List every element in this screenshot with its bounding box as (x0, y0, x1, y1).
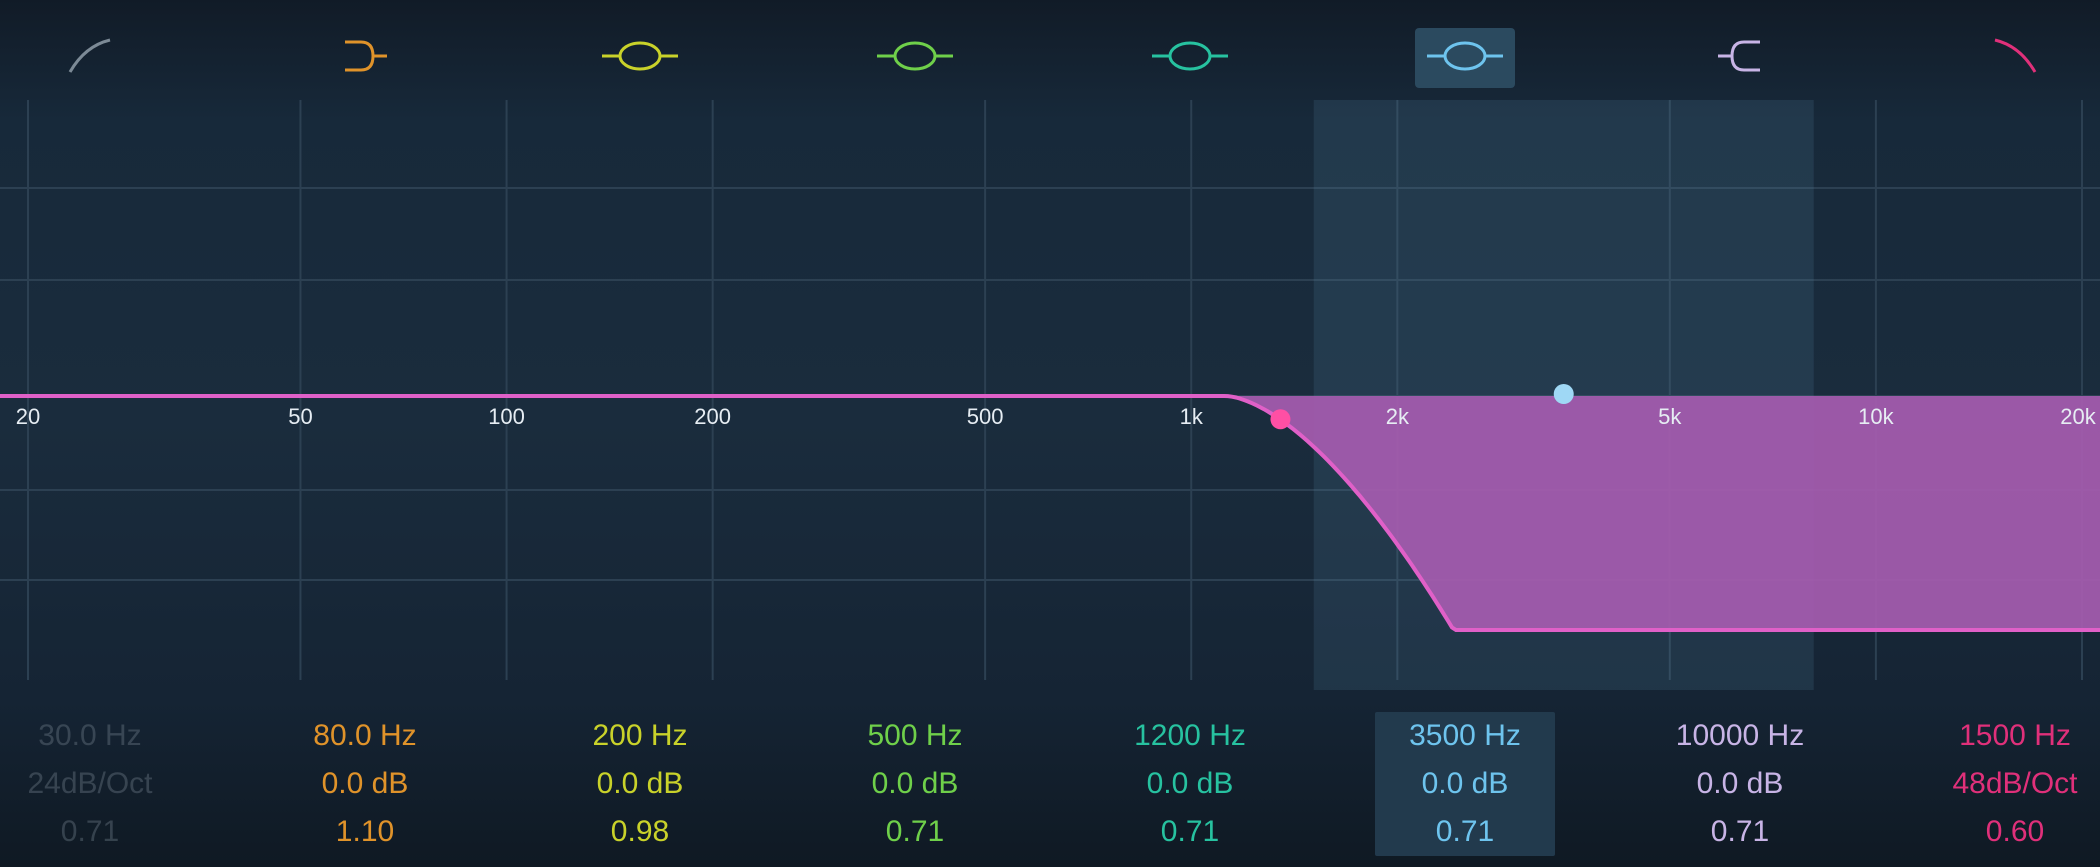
band-freq-value[interactable]: 1200 Hz (1100, 712, 1280, 760)
bell-icon (1415, 26, 1515, 91)
band-gain-value[interactable]: 24dB/Oct (0, 760, 180, 808)
band-q-value[interactable]: 0.71 (1100, 808, 1280, 856)
bell-icon (865, 26, 965, 91)
band-6-params[interactable]: 3500 Hz 0.0 dB 0.71 (1375, 712, 1555, 856)
band-3-type-button[interactable] (590, 28, 690, 88)
band-gain-value[interactable]: 0.0 dB (1375, 760, 1555, 808)
band-gain-value[interactable]: 0.0 dB (1100, 760, 1280, 808)
band-q-value[interactable]: 0.71 (1375, 808, 1555, 856)
band-q-value[interactable]: 0.98 (550, 808, 730, 856)
band-7-type-button[interactable] (1690, 28, 1790, 88)
freq-label: 100 (488, 404, 525, 429)
band-freq-value[interactable]: 3500 Hz (1375, 712, 1555, 760)
band-gain-value[interactable]: 0.0 dB (275, 760, 455, 808)
band-freq-value[interactable]: 30.0 Hz (0, 712, 180, 760)
band-3-params[interactable]: 200 Hz 0.0 dB 0.98 (550, 712, 730, 856)
freq-label: 20k (2060, 404, 2096, 429)
band-6-type-button[interactable] (1415, 28, 1515, 88)
band-7-params[interactable]: 10000 Hz 0.0 dB 0.71 (1650, 712, 1830, 856)
band-5-params[interactable]: 1200 Hz 0.0 dB 0.71 (1100, 712, 1280, 856)
bell-icon (590, 26, 690, 91)
band-freq-value[interactable]: 500 Hz (825, 712, 1005, 760)
band-4-params[interactable]: 500 Hz 0.0 dB 0.71 (825, 712, 1005, 856)
band-8-type-button[interactable] (1965, 28, 2065, 88)
freq-label: 2k (1385, 404, 1409, 429)
band-q-value[interactable]: 0.71 (825, 808, 1005, 856)
band-q-value[interactable]: 0.71 (1650, 808, 1830, 856)
band-gain-value[interactable]: 0.0 dB (550, 760, 730, 808)
highpass-filter-icon (40, 26, 140, 91)
freq-label: 5k (1658, 404, 1682, 429)
bell-icon (1140, 26, 1240, 91)
band-freq-value[interactable]: 80.0 Hz (275, 712, 455, 760)
lowpass-node[interactable] (1270, 409, 1291, 430)
freq-label: 1k (1179, 404, 1203, 429)
band-q-value[interactable]: 0.60 (1925, 808, 2100, 856)
eq-editor: 20 50 100 200 500 1k 2k 5k 10k 20k 30.0 Hz 24dB/Oc… (0, 0, 2100, 867)
band-2-type-button[interactable] (315, 28, 415, 88)
band-gain-value[interactable]: 48dB/Oct (1925, 760, 2100, 808)
freq-label: 10k (1858, 404, 1894, 429)
freq-label: 50 (288, 404, 313, 429)
band-q-value[interactable]: 0.71 (0, 808, 180, 856)
frequency-response-graph[interactable] (0, 100, 2100, 700)
band-freq-value[interactable]: 1500 Hz (1925, 712, 2100, 760)
freq-label: 200 (694, 404, 732, 429)
band-gain-value[interactable]: 0.0 dB (825, 760, 1005, 808)
low-shelf-icon (315, 26, 415, 91)
band-1-type-button[interactable] (40, 28, 140, 88)
band-freq-value[interactable]: 200 Hz (550, 712, 730, 760)
band-q-value[interactable]: 1.10 (275, 808, 455, 856)
selected-band-node[interactable] (1553, 384, 1574, 404)
band-1-params[interactable]: 30.0 Hz 24dB/Oct 0.71 (0, 712, 180, 856)
lowpass-filter-icon (1965, 26, 2065, 91)
band-2-params[interactable]: 80.0 Hz 0.0 dB 1.10 (275, 712, 455, 856)
band-4-type-button[interactable] (865, 28, 965, 88)
band-freq-value[interactable]: 10000 Hz (1650, 712, 1830, 760)
band-8-params[interactable]: 1500 Hz 48dB/Oct 0.60 (1925, 712, 2100, 856)
band-gain-value[interactable]: 0.0 dB (1650, 760, 1830, 808)
high-shelf-icon (1690, 26, 1790, 91)
freq-label: 20 (15, 404, 41, 429)
band-5-type-button[interactable] (1140, 28, 1240, 88)
freq-label: 500 (966, 404, 1004, 429)
